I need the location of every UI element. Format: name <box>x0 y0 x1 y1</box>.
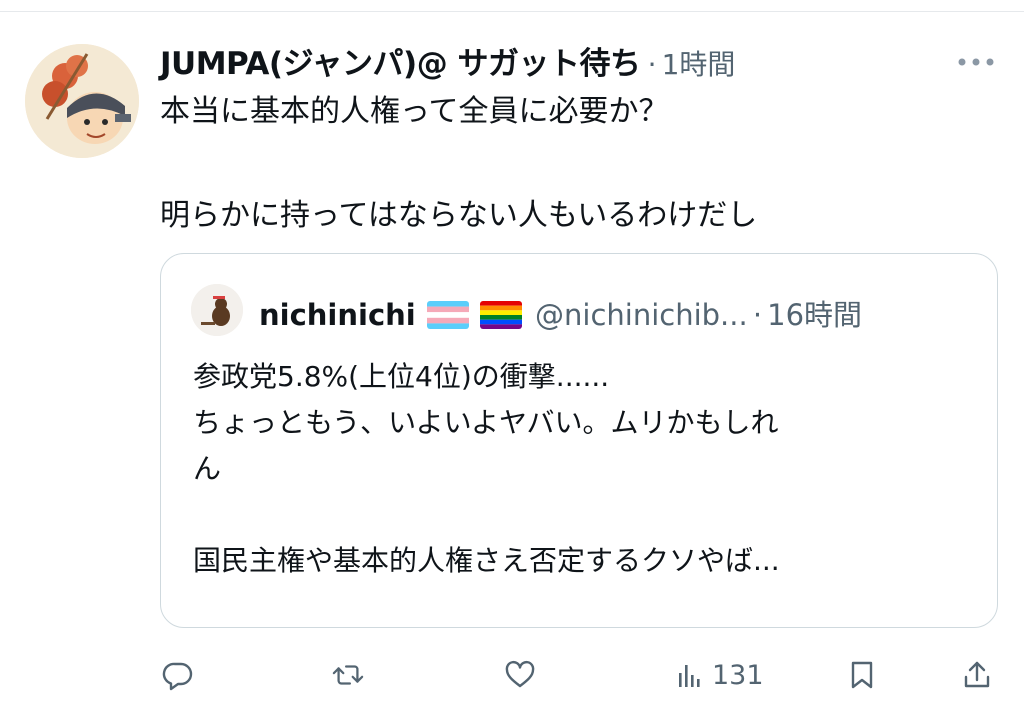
share-button[interactable] <box>961 650 993 700</box>
quote-avatar <box>191 284 243 336</box>
quote-text-line: 参政党5.8%(上位4位)の衝撃...... <box>193 360 610 393</box>
more-icon[interactable] <box>951 50 1001 74</box>
top-divider <box>0 0 1024 12</box>
quote-handle[interactable]: @nichinichib... <box>535 298 748 332</box>
quote-header: nichinichi @nichinichib... · 16時間 <box>259 292 862 334</box>
views-button[interactable]: 131 <box>674 650 764 700</box>
views-icon <box>679 665 700 687</box>
display-name[interactable]: JUMPA(ジャンパ)@ サガット待ち <box>160 46 641 82</box>
quote-text-line: 国民主権や基本的人権さえ否定するクソやば... <box>193 544 780 577</box>
quote-tweet-card[interactable]: nichinichi @nichinichib... · 16時間 参政党5.8… <box>160 253 998 628</box>
tweet-text-line1: 本当に基本的人権って全員に必要か？ <box>160 94 669 129</box>
quote-text: 参政党5.8%(上位4位)の衝撃...... ちょっともう、いよいよヤバい。ムリ… <box>193 354 983 584</box>
tweet-text-line2: 明らかに持ってはならない人もいるわけだし <box>160 198 758 233</box>
action-bar: 131 <box>0 650 1024 700</box>
timestamp[interactable]: 1時間 <box>662 48 736 81</box>
like-button[interactable] <box>504 650 536 700</box>
views-count: 131 <box>712 659 764 691</box>
like-icon <box>505 660 535 688</box>
quote-time-separator: · <box>752 298 763 332</box>
avatar-illustration <box>25 44 139 158</box>
quote-text-line <box>193 492 983 538</box>
bookmark-icon <box>851 661 873 689</box>
share-icon <box>964 661 990 688</box>
quote-timestamp: 16時間 <box>767 298 863 332</box>
reply-icon <box>162 662 193 691</box>
rainbow-flag-icon <box>479 301 522 329</box>
quote-text-line: ん <box>193 452 222 485</box>
reply-button[interactable] <box>162 650 194 700</box>
bookmark-button[interactable] <box>846 650 878 700</box>
retweet-icon <box>332 665 364 685</box>
quote-avatar-illustration <box>191 284 243 336</box>
avatar[interactable] <box>25 44 139 158</box>
quote-display-name[interactable]: nichinichi <box>259 298 416 332</box>
transgender-flag-icon <box>426 301 469 329</box>
tweet-header: JUMPA(ジャンパ)@ サガット待ち · 1時間 <box>160 38 860 88</box>
time-separator: · <box>647 48 657 81</box>
quote-text-line: ちょっともう、いよいよヤバい。ムリかもしれ <box>193 406 779 439</box>
retweet-button[interactable] <box>332 650 364 700</box>
